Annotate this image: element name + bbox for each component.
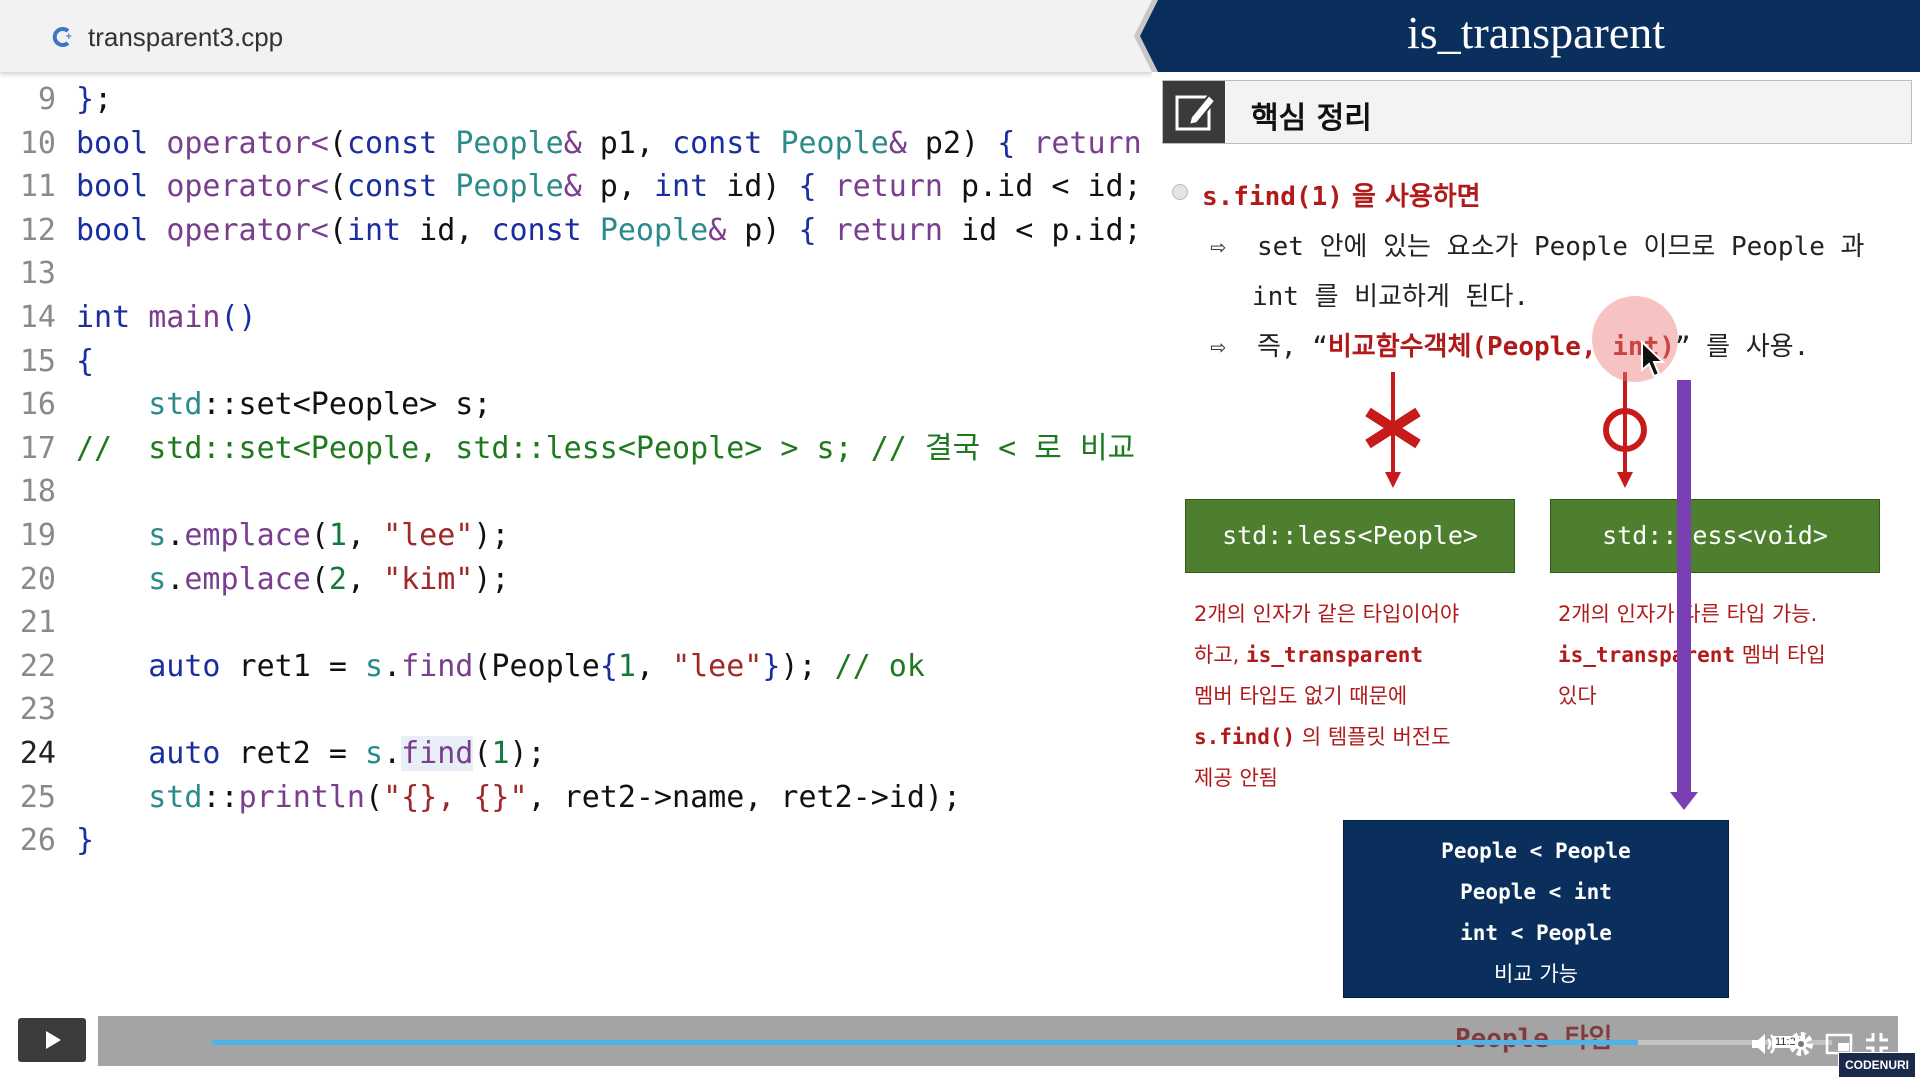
- header-notch-shape: [1134, 0, 1174, 72]
- code-line: 12 bool operator<(int id, const People& p…: [19, 212, 1142, 248]
- code-line: 16 std::set<People> s;: [19, 387, 492, 423]
- explanation-line-2: int 를 비교하게 된다.: [1252, 282, 1530, 312]
- volume-icon[interactable]: [1748, 1029, 1778, 1059]
- cpp-file-icon: +: [52, 27, 73, 47]
- code-lines[interactable]: 9}; 10 bool operator<(const People& p1, c…: [0, 78, 1152, 863]
- code-line: 10 bool operator<(const People& p1, const…: [19, 125, 1142, 161]
- code-line: 11 bool operator<(const People& p, int id…: [19, 169, 1142, 205]
- mouse-pointer-icon: [1641, 340, 1666, 378]
- svg-text:+: +: [65, 32, 73, 42]
- diagram-arrows: [1365, 372, 1698, 810]
- comparison-summary-box: People < People People < int int < Peopl…: [1343, 820, 1729, 998]
- edit-note-icon: [1163, 81, 1225, 143]
- explanation-line-1: ⇨ set 안에 있는 요소가 People 이므로 People 과: [1210, 232, 1865, 262]
- comparison-line: People < People: [1441, 839, 1631, 863]
- code-line: 26}: [19, 823, 95, 859]
- bullet-dot: [1172, 184, 1188, 200]
- arrow-right-icon: ⇨: [1210, 332, 1226, 362]
- code-editor: + transparent3.cpp 9}; 10 bool operator<(…: [0, 0, 1152, 1080]
- bullet-line: s.find(1) 을 사용하면: [1202, 182, 1481, 212]
- code-line: 17// std::set<People, std::less<People> …: [19, 430, 1136, 466]
- code-line: 23: [19, 692, 56, 728]
- arrow-right-icon: ⇨: [1210, 232, 1226, 262]
- code-line: 18: [19, 474, 56, 510]
- code-line: 14 int main(): [19, 299, 257, 335]
- red-o-arrow-icon: [1603, 372, 1647, 488]
- play-icon: [46, 1031, 61, 1049]
- summary-label: 핵심 정리: [1251, 101, 1372, 136]
- code-line: 15{: [19, 343, 95, 379]
- slide-title: is_transparent: [1406, 7, 1666, 58]
- summary-banner: 핵심 정리: [1162, 80, 1912, 144]
- brand-logo: CODENURI: [1838, 1052, 1916, 1078]
- play-button[interactable]: [18, 1018, 86, 1062]
- code-line: 25 std::println("{}, {}", ret2->name, re…: [19, 779, 962, 815]
- code-line: 19 s.emplace(1, "lee");: [19, 517, 510, 553]
- comparison-line: 비교 가능: [1494, 962, 1578, 986]
- code-line: 21: [19, 605, 56, 641]
- code-line: 24 auto ret2 = s.find(1);: [19, 735, 546, 771]
- code-line: 13: [19, 256, 56, 292]
- comparison-line: int < People: [1460, 921, 1612, 945]
- seek-bar-area[interactable]: 11:23: [98, 1016, 1898, 1066]
- settings-gear-icon[interactable]: [1786, 1029, 1816, 1059]
- code-line: 9};: [37, 82, 113, 117]
- explanation-line-3: ⇨ 즉, “비교함수객체(People, int)” 를 사용.: [1210, 332, 1810, 362]
- video-player-controls: 11:23: [0, 1012, 1920, 1080]
- comparison-line: People < int: [1460, 880, 1612, 904]
- purple-down-arrow-icon: [1670, 380, 1698, 810]
- editor-tab-bar: + transparent3.cpp: [0, 0, 1152, 73]
- code-line: 22 auto ret1 = s.find(People{1, "lee"});…: [19, 648, 925, 684]
- code-line: 20 s.emplace(2, "kim");: [19, 561, 510, 597]
- seek-track[interactable]: 11:23: [212, 1036, 1832, 1048]
- red-x-arrow-icon: [1365, 372, 1421, 488]
- slide-header: is_transparent: [1152, 0, 1920, 72]
- editor-tab-filename[interactable]: transparent3.cpp: [88, 22, 283, 53]
- seek-progress: [212, 1040, 1638, 1045]
